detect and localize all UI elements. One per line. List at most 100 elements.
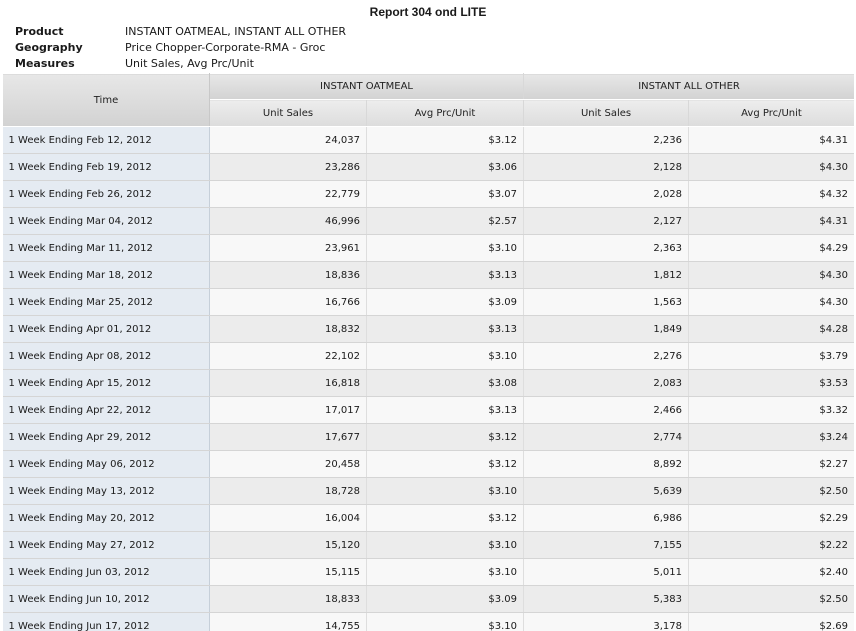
- cell-oatmeal-unit-sales: 17,677: [209, 423, 367, 451]
- cell-all-other-unit-sales: 2,127: [523, 207, 690, 235]
- cell-all-other-unit-sales: 2,774: [523, 423, 690, 451]
- cell-oatmeal-avg-price: $3.10: [366, 477, 525, 505]
- cell-all-other-unit-sales: 1,849: [523, 315, 690, 343]
- table-row: 1 Week Ending May 13, 2012 18,728 $3.10 5,6…: [2, 477, 854, 505]
- row-time-label: 1 Week Ending May 13, 2012: [2, 477, 210, 505]
- column-header-avg-price[interactable]: Avg Prc/Unit: [365, 99, 525, 127]
- cell-all-other-unit-sales: 5,011: [523, 558, 690, 586]
- table-body: 1 Week Ending Feb 12, 2012 24,037 $3.12 2,2…: [2, 126, 854, 631]
- table-row: 1 Week Ending May 06, 2012 20,458 $3.12 8,8…: [2, 450, 854, 478]
- cell-oatmeal-unit-sales: 23,961: [209, 234, 367, 262]
- cell-all-other-unit-sales: 2,363: [523, 234, 690, 262]
- cell-all-other-unit-sales: 6,986: [523, 504, 690, 532]
- cell-oatmeal-unit-sales: 23,286: [209, 153, 367, 181]
- table-row: 1 Week Ending Apr 29, 2012 17,677 $3.12 2,7…: [2, 423, 854, 451]
- table-row: 1 Week Ending Apr 22, 2012 17,017 $3.13 2,4…: [2, 396, 854, 424]
- cell-oatmeal-unit-sales: 18,833: [209, 585, 367, 613]
- meta-row-geography: Geography Price Chopper-Corporate-RMA - …: [15, 40, 346, 56]
- cell-oatmeal-avg-price: $3.10: [366, 531, 525, 559]
- cell-all-other-unit-sales: 2,236: [523, 126, 690, 154]
- cell-oatmeal-unit-sales: 24,037: [209, 126, 367, 154]
- row-time-label: 1 Week Ending Jun 03, 2012: [2, 558, 210, 586]
- cell-oatmeal-unit-sales: 18,832: [209, 315, 367, 343]
- cell-all-other-unit-sales: 2,276: [523, 342, 690, 370]
- cell-all-other-avg-price: $4.30: [688, 288, 854, 316]
- cell-oatmeal-unit-sales: 18,836: [209, 261, 367, 289]
- column-header-unit-sales[interactable]: Unit Sales: [523, 99, 690, 127]
- row-time-label: 1 Week Ending Jun 10, 2012: [2, 585, 210, 613]
- report-meta: Product INSTANT OATMEAL, INSTANT ALL OTH…: [15, 24, 346, 72]
- cell-all-other-unit-sales: 8,892: [523, 450, 690, 478]
- cell-oatmeal-avg-price: $3.13: [366, 261, 525, 289]
- cell-oatmeal-avg-price: $3.13: [366, 396, 525, 424]
- row-time-label: 1 Week Ending Feb 12, 2012: [2, 126, 210, 154]
- cell-oatmeal-avg-price: $3.10: [366, 558, 525, 586]
- cell-all-other-avg-price: $4.31: [688, 207, 854, 235]
- meta-label: Measures: [15, 57, 75, 70]
- cell-all-other-avg-price: $4.30: [688, 261, 854, 289]
- column-group-instant-all-other[interactable]: INSTANT ALL OTHER: [523, 73, 854, 100]
- cell-oatmeal-avg-price: $3.12: [366, 504, 525, 532]
- cell-oatmeal-unit-sales: 22,779: [209, 180, 367, 208]
- row-time-label: 1 Week Ending Feb 26, 2012: [2, 180, 210, 208]
- column-header-time[interactable]: Time: [2, 73, 210, 127]
- cell-oatmeal-avg-price: $3.09: [366, 585, 525, 613]
- row-time-label: 1 Week Ending Mar 04, 2012: [2, 207, 210, 235]
- header-group-row: Time INSTANT OATMEAL INSTANT ALL OTHER: [2, 73, 854, 127]
- meta-value: INSTANT OATMEAL, INSTANT ALL OTHER: [125, 25, 347, 38]
- table-row: 1 Week Ending Mar 18, 2012 18,836 $3.13 1,8…: [2, 261, 854, 289]
- row-time-label: 1 Week Ending May 06, 2012: [2, 450, 210, 478]
- cell-all-other-unit-sales: 7,155: [523, 531, 690, 559]
- row-time-label: 1 Week Ending Mar 25, 2012: [2, 288, 210, 316]
- report-table-container[interactable]: Time INSTANT OATMEAL INSTANT ALL OTHER U…: [2, 73, 854, 631]
- cell-all-other-avg-price: $3.53: [688, 369, 854, 397]
- cell-oatmeal-unit-sales: 15,115: [209, 558, 367, 586]
- table-row: 1 Week Ending Mar 25, 2012 16,766 $3.09 1,5…: [2, 288, 854, 316]
- cell-all-other-avg-price: $2.69: [688, 612, 854, 631]
- row-time-label: 1 Week Ending Apr 29, 2012: [2, 423, 210, 451]
- cell-oatmeal-unit-sales: 17,017: [209, 396, 367, 424]
- cell-oatmeal-unit-sales: 15,120: [209, 531, 367, 559]
- cell-all-other-unit-sales: 2,128: [523, 153, 690, 181]
- cell-all-other-unit-sales: 5,383: [523, 585, 690, 613]
- cell-oatmeal-avg-price: $2.57: [366, 207, 525, 235]
- report-page: Report 304 ond LITE Product INSTANT OATM…: [0, 0, 856, 631]
- cell-all-other-avg-price: $2.27: [688, 450, 854, 478]
- cell-oatmeal-avg-price: $3.12: [366, 126, 525, 154]
- meta-value: Price Chopper-Corporate-RMA - Groc: [125, 41, 326, 54]
- table-row: 1 Week Ending Jun 17, 2012 14,755 $3.10 3,1…: [2, 612, 854, 631]
- cell-all-other-avg-price: $2.50: [688, 477, 854, 505]
- meta-label: Product: [15, 25, 64, 38]
- cell-all-other-avg-price: $4.29: [688, 234, 854, 262]
- row-time-label: 1 Week Ending Apr 01, 2012: [2, 315, 210, 343]
- cell-oatmeal-avg-price: $3.07: [366, 180, 525, 208]
- cell-oatmeal-avg-price: $3.10: [366, 612, 525, 631]
- cell-oatmeal-unit-sales: 20,458: [209, 450, 367, 478]
- report-table: Time INSTANT OATMEAL INSTANT ALL OTHER U…: [2, 73, 854, 631]
- meta-label: Geography: [15, 41, 83, 54]
- cell-all-other-avg-price: $2.22: [688, 531, 854, 559]
- cell-oatmeal-avg-price: $3.08: [366, 369, 525, 397]
- meta-row-product: Product INSTANT OATMEAL, INSTANT ALL OTH…: [15, 24, 346, 40]
- row-time-label: 1 Week Ending Mar 18, 2012: [2, 261, 210, 289]
- cell-all-other-avg-price: $2.40: [688, 558, 854, 586]
- cell-oatmeal-unit-sales: 22,102: [209, 342, 367, 370]
- cell-oatmeal-unit-sales: 46,996: [209, 207, 367, 235]
- meta-row-measures: Measures Unit Sales, Avg Prc/Unit: [15, 56, 346, 72]
- column-header-unit-sales[interactable]: Unit Sales: [209, 99, 367, 127]
- cell-oatmeal-avg-price: $3.12: [366, 423, 525, 451]
- row-time-label: 1 Week Ending Mar 11, 2012: [2, 234, 210, 262]
- cell-all-other-unit-sales: 2,083: [523, 369, 690, 397]
- column-header-avg-price[interactable]: Avg Prc/Unit: [688, 99, 854, 127]
- table-row: 1 Week Ending Feb 12, 2012 24,037 $3.12 2,2…: [2, 126, 854, 154]
- cell-oatmeal-unit-sales: 18,728: [209, 477, 367, 505]
- row-time-label: 1 Week Ending Apr 22, 2012: [2, 396, 210, 424]
- report-title: Report 304 ond LITE: [369, 5, 487, 19]
- cell-oatmeal-unit-sales: 16,766: [209, 288, 367, 316]
- cell-all-other-unit-sales: 1,563: [523, 288, 690, 316]
- cell-oatmeal-avg-price: $3.10: [366, 342, 525, 370]
- column-group-instant-oatmeal[interactable]: INSTANT OATMEAL: [208, 73, 525, 100]
- cell-all-other-avg-price: $4.31: [688, 126, 854, 154]
- table-row: 1 Week Ending Jun 10, 2012 18,833 $3.09 5,3…: [2, 585, 854, 613]
- cell-all-other-avg-price: $3.79: [688, 342, 854, 370]
